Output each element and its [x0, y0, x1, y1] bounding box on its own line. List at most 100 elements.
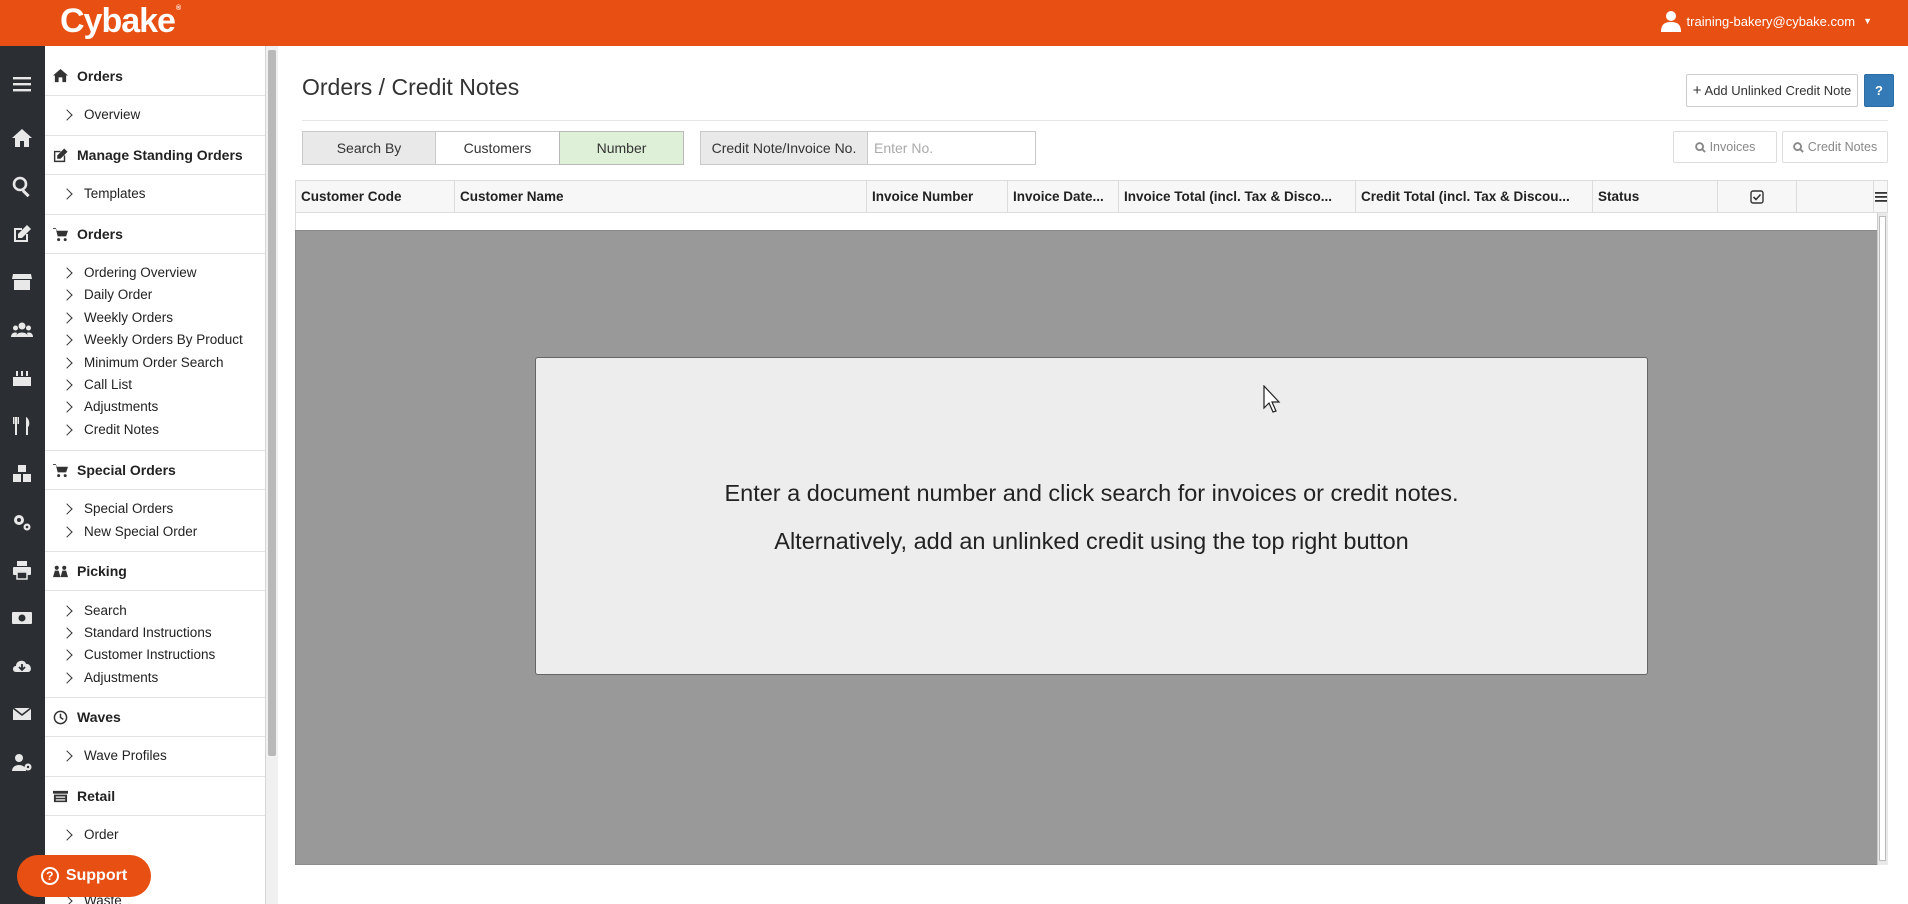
- support-button[interactable]: ? Support: [17, 855, 151, 897]
- sidebar-item-label: Call List: [84, 377, 133, 392]
- title-divider: [302, 120, 1888, 121]
- section-title: Picking: [77, 563, 127, 579]
- sidebar-item-label: Adjustments: [84, 399, 159, 414]
- sidebar-item-credit-notes[interactable]: Credit Notes: [61, 422, 160, 437]
- sidebar-item-templates[interactable]: Templates: [61, 186, 146, 201]
- section-title: Orders: [77, 226, 123, 242]
- credit-notes-label: Credit Notes: [1807, 140, 1878, 154]
- store-icon[interactable]: [8, 268, 36, 296]
- hamburger-menu-icon[interactable]: [8, 70, 36, 98]
- column-invoice-total[interactable]: Invoice Total (incl. Tax & Disco...: [1119, 181, 1356, 212]
- home-icon[interactable]: [8, 124, 36, 152]
- edit-icon: [53, 147, 68, 162]
- section-manage-standing-orders[interactable]: Manage Standing Orders: [45, 135, 265, 175]
- chevron-right-icon: [61, 423, 73, 436]
- search-icon: [1792, 141, 1804, 153]
- caret-down-icon: ▼: [1863, 16, 1872, 26]
- store-icon: [53, 790, 68, 802]
- sidebar-item-label: Credit Notes: [84, 422, 160, 437]
- sidebar-item-adjustments[interactable]: Adjustments: [61, 399, 159, 414]
- sidebar-item-standard-instructions[interactable]: Standard Instructions: [61, 625, 212, 640]
- money-icon[interactable]: [8, 604, 36, 632]
- cybake-logo[interactable]: Cybake®: [60, 2, 181, 41]
- credit-note-invoice-number-label: Credit Note/Invoice No.: [700, 131, 868, 165]
- section-special-orders[interactable]: Special Orders: [45, 450, 265, 490]
- chevron-right-icon: [61, 333, 73, 346]
- column-invoice-date[interactable]: Invoice Date...: [1008, 181, 1119, 212]
- chevron-right-icon: [61, 626, 73, 639]
- select-all-checkbox[interactable]: [1718, 181, 1797, 212]
- sidebar-item-overview[interactable]: Overview: [61, 107, 140, 122]
- mouse-cursor-icon: [1263, 385, 1281, 413]
- section-orders-home[interactable]: Orders: [45, 56, 265, 96]
- column-menu-button[interactable]: [1873, 181, 1887, 212]
- chevron-right-icon: [61, 400, 73, 413]
- help-circle-icon: ?: [40, 867, 59, 885]
- chevron-right-icon: [61, 378, 73, 391]
- user-email: training-bakery@cybake.com: [1686, 13, 1856, 29]
- column-spacer: [1797, 181, 1873, 212]
- sidebar-item-minimum-order-search[interactable]: Minimum Order Search: [61, 355, 224, 370]
- icon-rail: [0, 46, 45, 904]
- empty-state-line-2: Alternatively, add an unlinked credit us…: [774, 528, 1409, 554]
- number-toggle-button[interactable]: Number: [559, 131, 684, 165]
- sidebar-item-order[interactable]: Order: [61, 827, 119, 842]
- mail-icon[interactable]: [8, 700, 36, 728]
- document-number-input[interactable]: [867, 131, 1036, 165]
- sidebar-item-special-orders[interactable]: Special Orders: [61, 501, 173, 516]
- sidebar-item-customer-instructions[interactable]: Customer Instructions: [61, 647, 216, 662]
- user-settings-icon[interactable]: [8, 748, 36, 776]
- edit-icon[interactable]: [8, 220, 36, 248]
- column-invoice-number[interactable]: Invoice Number: [867, 181, 1008, 212]
- sidebar-item-picking-adjustments[interactable]: Adjustments: [61, 670, 158, 685]
- sidebar-item-ordering-overview[interactable]: Ordering Overview: [61, 265, 197, 280]
- grid-header: Customer Code Customer Name Invoice Numb…: [295, 180, 1888, 213]
- column-credit-total[interactable]: Credit Total (incl. Tax & Discou...: [1356, 181, 1593, 212]
- cloud-download-icon[interactable]: [8, 652, 36, 680]
- sidebar-item-daily-order[interactable]: Daily Order: [61, 287, 153, 302]
- sidebar-item-call-list[interactable]: Call List: [61, 377, 133, 392]
- cake-icon[interactable]: [8, 364, 36, 392]
- sidebar-item-weekly-orders[interactable]: Weekly Orders: [61, 310, 173, 325]
- help-button[interactable]: ?: [1864, 74, 1894, 107]
- boxes-icon[interactable]: [8, 460, 36, 488]
- cart-icon: [53, 463, 68, 477]
- search-icon[interactable]: [8, 172, 36, 200]
- section-title: Waves: [77, 709, 121, 725]
- user-menu[interactable]: training-bakery@cybake.com ▼: [1660, 10, 1872, 32]
- search-credit-notes-button[interactable]: Credit Notes: [1782, 131, 1888, 163]
- customers-toggle-button[interactable]: Customers: [435, 131, 560, 165]
- sidebar-item-label: Customer Instructions: [84, 647, 216, 662]
- sidebar-item-search[interactable]: Search: [61, 603, 127, 618]
- section-picking[interactable]: Picking: [45, 551, 265, 591]
- sidebar-item-label: Minimum Order Search: [84, 355, 224, 370]
- chevron-right-icon: [61, 604, 73, 617]
- column-status[interactable]: Status: [1593, 181, 1718, 212]
- logo-mark: ®: [175, 5, 181, 12]
- utensils-icon[interactable]: [8, 412, 36, 440]
- search-invoices-button[interactable]: Invoices: [1673, 131, 1777, 163]
- sidebar-item-label: New Special Order: [84, 524, 198, 539]
- chevron-right-icon: [61, 648, 73, 661]
- add-unlinked-credit-note-button[interactable]: + Add Unlinked Credit Note: [1686, 74, 1858, 107]
- sidebar-item-weekly-orders-by-product[interactable]: Weekly Orders By Product: [61, 332, 243, 347]
- settings-icon[interactable]: [8, 508, 36, 536]
- chevron-right-icon: [61, 356, 73, 369]
- sidebar-scrollbar-thumb[interactable]: [268, 50, 276, 756]
- people-icon: [53, 565, 68, 577]
- chevron-right-icon: [61, 187, 73, 200]
- section-retail[interactable]: Retail: [45, 776, 265, 816]
- sidebar-item-label: Daily Order: [84, 287, 153, 302]
- section-waves[interactable]: Waves: [45, 697, 265, 737]
- chevron-right-icon: [61, 266, 73, 279]
- grid-scrollbar-thumb[interactable]: [1879, 216, 1886, 861]
- column-customer-code[interactable]: Customer Code: [296, 181, 455, 212]
- print-icon[interactable]: [8, 556, 36, 584]
- chevron-right-icon: [61, 311, 73, 324]
- column-customer-name[interactable]: Customer Name: [455, 181, 867, 212]
- section-orders[interactable]: Orders: [45, 214, 265, 254]
- clock-icon: [53, 710, 68, 724]
- sidebar-item-new-special-order[interactable]: New Special Order: [61, 524, 198, 539]
- sidebar-item-wave-profiles[interactable]: Wave Profiles: [61, 748, 167, 763]
- customers-icon[interactable]: [8, 316, 36, 344]
